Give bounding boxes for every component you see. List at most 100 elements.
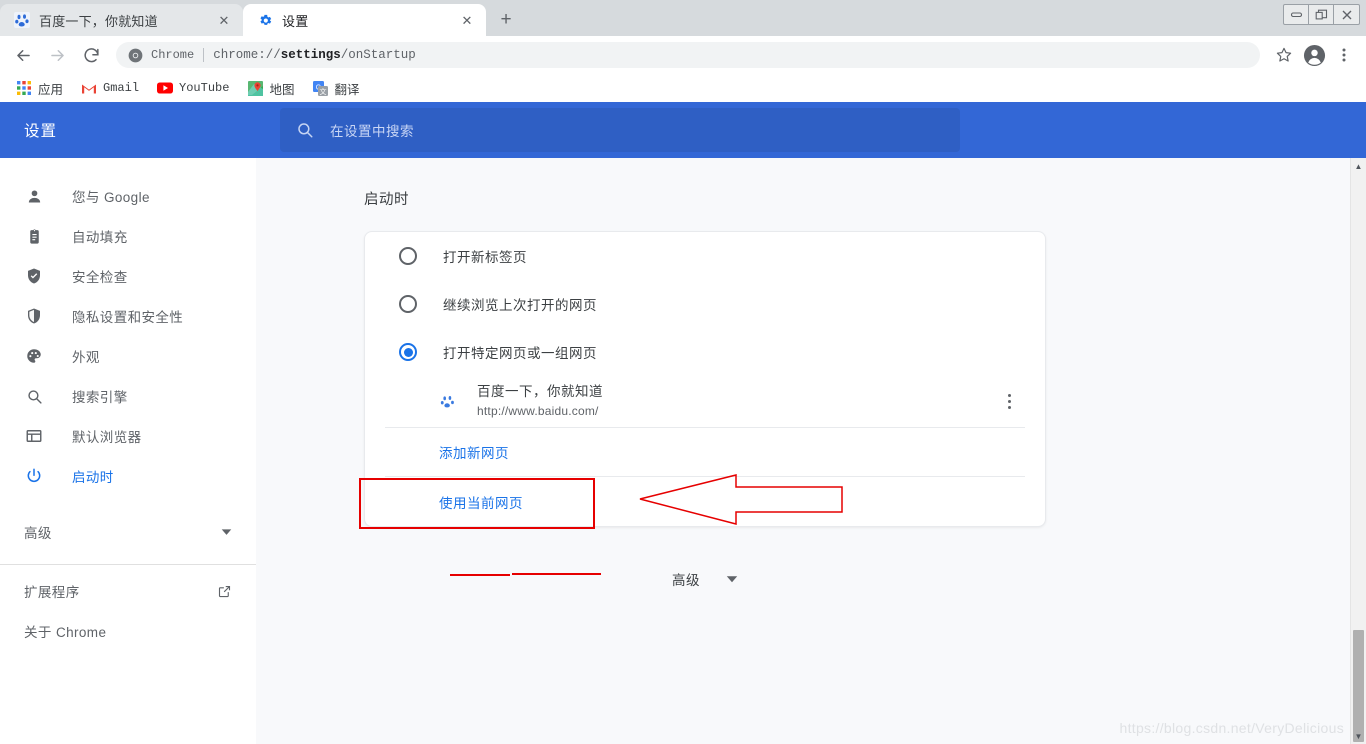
kebab-dot <box>1007 406 1011 409</box>
sidebar-item-label: 扩展程序 <box>24 585 80 600</box>
maps-icon <box>247 80 263 96</box>
advanced-toggle[interactable]: 高级 <box>364 569 1046 589</box>
translate-icon: G 文 <box>312 80 328 96</box>
apps-grid-icon <box>16 80 32 96</box>
use-current-pages-link[interactable]: 使用当前网页 <box>385 477 1025 526</box>
settings-body: 您与 Google 自动填充 安全检查 隐私设置和安全性 外观 搜索引擎 默认浏… <box>0 158 1366 744</box>
sidebar-divider <box>0 564 256 565</box>
option-label: 打开特定网页或一组网页 <box>443 346 597 361</box>
sidebar-item-you-and-google[interactable]: 您与 Google <box>0 176 256 216</box>
bookmark-maps[interactable]: 地图 <box>239 77 302 99</box>
bookmark-star-icon[interactable] <box>1270 41 1298 69</box>
tab-close-button[interactable]: ✕ <box>458 11 476 29</box>
sidebar-item-appearance[interactable]: 外观 <box>0 336 256 376</box>
sidebar-item-label: 外观 <box>72 350 100 365</box>
close-button[interactable] <box>1334 5 1359 24</box>
security-chip-label: Chrome <box>151 48 195 62</box>
settings-main: 启动时 打开新标签页 继续浏览上次打开的网页 打开特定网页或一组网页 百度一下，… <box>256 158 1366 744</box>
shield-check-icon <box>24 266 44 286</box>
sidebar-item-label: 隐私设置和安全性 <box>72 310 184 325</box>
sidebar-item-default-browser[interactable]: 默认浏览器 <box>0 416 256 456</box>
kebab-menu-icon[interactable] <box>997 390 1021 414</box>
svg-text:文: 文 <box>319 87 326 96</box>
clipboard-icon <box>24 226 44 246</box>
external-link-icon <box>217 584 232 599</box>
add-new-page-link[interactable]: 添加新网页 <box>385 428 1025 477</box>
section-title: 启动时 <box>364 192 409 208</box>
three-dot-menu-icon[interactable] <box>1330 41 1358 69</box>
url-prefix: chrome:// <box>213 48 281 62</box>
bookmark-label: 翻译 <box>334 82 360 97</box>
power-icon <box>24 466 44 486</box>
sidebar-item-on-startup[interactable]: 启动时 <box>0 456 256 496</box>
bookmarks-bar: 应用 Gmail YouTube 地图 文 翻译 <box>0 74 1366 102</box>
radio-button[interactable] <box>399 295 417 313</box>
tab-settings[interactable]: 设置 ✕ <box>243 4 486 36</box>
startup-page-text: 百度一下，你就知道 http://www.baidu.com/ <box>477 383 997 419</box>
sidebar-advanced-expander[interactable]: 高级 <box>0 510 256 554</box>
watermark-text: https://blog.csdn.net/VeryDelicious <box>1119 720 1344 736</box>
startup-page-name: 百度一下，你就知道 <box>477 384 603 400</box>
radio-button-selected[interactable] <box>399 343 417 361</box>
sidebar-item-label: 您与 Google <box>72 190 150 205</box>
back-button[interactable] <box>8 40 38 70</box>
scroll-down-arrow-icon[interactable]: ▼ <box>1351 728 1366 744</box>
sidebar-item-privacy-security[interactable]: 隐私设置和安全性 <box>0 296 256 336</box>
option-label: 打开新标签页 <box>443 250 527 265</box>
reload-button[interactable] <box>76 40 106 70</box>
scroll-up-arrow-icon[interactable]: ▲ <box>1351 158 1366 174</box>
baidu-icon <box>439 394 455 410</box>
address-bar[interactable]: Chrome chrome://settings/onStartup <box>116 42 1260 68</box>
tab-strip: 百度一下，你就知道 ✕ 设置 ✕ + <box>0 0 1366 36</box>
chevron-down-icon <box>221 528 232 536</box>
bookmark-gmail[interactable]: Gmail <box>73 77 147 99</box>
bookmark-label: 地图 <box>269 82 295 97</box>
sidebar-item-extensions[interactable]: 扩展程序 <box>0 571 256 611</box>
forward-button[interactable] <box>42 40 72 70</box>
bookmark-youtube[interactable]: YouTube <box>149 77 237 99</box>
tab-title: 设置 <box>282 13 309 29</box>
tab-baidu[interactable]: 百度一下，你就知道 ✕ <box>0 4 243 36</box>
sidebar-item-search-engine[interactable]: 搜索引擎 <box>0 376 256 416</box>
startup-option-new-tab[interactable]: 打开新标签页 <box>385 232 1025 280</box>
sidebar-item-label: 自动填充 <box>72 230 128 245</box>
settings-search-box[interactable]: 在设置中搜索 <box>280 108 960 152</box>
search-icon <box>24 386 44 406</box>
chevron-down-icon <box>726 575 738 583</box>
bookmark-label: 应用 <box>38 82 64 97</box>
sidebar-item-autofill[interactable]: 自动填充 <box>0 216 256 256</box>
page-title: 设置 <box>24 123 58 140</box>
url-host: settings <box>280 48 341 62</box>
bookmark-apps[interactable]: 应用 <box>8 77 71 99</box>
url-text: chrome://settings/onStartup <box>213 48 416 62</box>
tab-close-button[interactable]: ✕ <box>215 11 233 29</box>
bookmark-translate[interactable]: G 文 翻译 <box>304 77 367 99</box>
avatar-icon[interactable] <box>1300 41 1328 69</box>
kebab-dot <box>1007 400 1011 403</box>
tab-title: 百度一下，你就知道 <box>39 13 158 29</box>
sidebar-item-label: 搜索引擎 <box>72 390 128 405</box>
browser-window-icon <box>24 426 44 446</box>
startup-option-continue[interactable]: 继续浏览上次打开的网页 <box>385 280 1025 328</box>
gear-icon <box>257 12 273 28</box>
scrollbar-thumb[interactable] <box>1353 630 1364 742</box>
window-controls <box>1283 4 1360 25</box>
youtube-icon <box>157 80 174 96</box>
sidebar-item-label: 启动时 <box>72 470 114 485</box>
startup-page-url: http://www.baidu.com/ <box>477 403 599 418</box>
sidebar-item-label: 默认浏览器 <box>72 430 142 445</box>
new-tab-button[interactable]: + <box>492 5 520 33</box>
restore-button[interactable] <box>1309 5 1334 24</box>
settings-header: 设置 在设置中搜索 <box>0 102 1366 158</box>
settings-sidebar: 您与 Google 自动填充 安全检查 隐私设置和安全性 外观 搜索引擎 默认浏… <box>0 158 256 744</box>
bookmark-label: Gmail <box>103 81 140 95</box>
person-icon <box>24 186 44 206</box>
minimize-button[interactable] <box>1284 5 1309 24</box>
gmail-icon <box>81 80 97 96</box>
sidebar-item-safety-check[interactable]: 安全检查 <box>0 256 256 296</box>
radio-button[interactable] <box>399 247 417 265</box>
startup-option-specific-pages[interactable]: 打开特定网页或一组网页 <box>385 328 1025 376</box>
sidebar-item-about-chrome[interactable]: 关于 Chrome <box>0 611 256 651</box>
browser-toolbar: Chrome chrome://settings/onStartup <box>0 36 1366 74</box>
vertical-scrollbar[interactable]: ▲ ▼ <box>1350 158 1366 744</box>
